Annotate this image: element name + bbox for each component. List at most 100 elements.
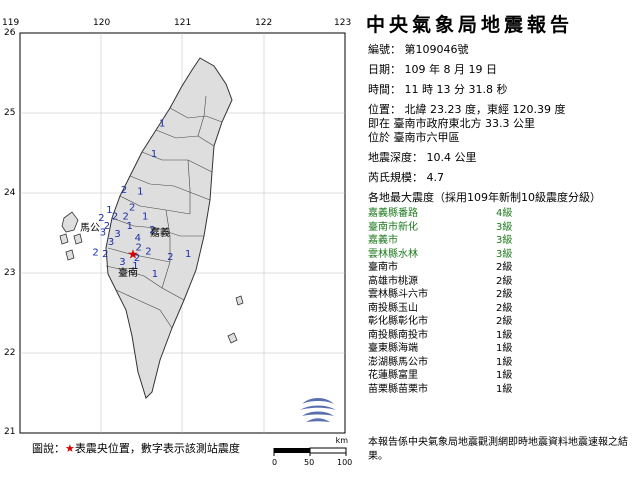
map-legend: 圖說：★表震央位置，數字表示該測站震度 (32, 440, 240, 456)
map-panel: 112112222121233432222231121 ★ 馬公 嘉義 臺南 1… (0, 0, 360, 480)
station-row: 花蓮縣富里 1級 (368, 369, 638, 383)
lat-tick: 21 (4, 427, 16, 437)
legend-text: 表震央位置，數字表示該測站震度 (74, 442, 240, 455)
station-name: 高雄市桃源 (368, 275, 418, 287)
intensity-mark: 2 (145, 247, 151, 258)
station-row: 南投縣南投市 1級 (368, 329, 638, 343)
station-level: 1級 (496, 370, 513, 381)
intensity-mark: 1 (142, 211, 148, 222)
station-row: 臺南市新化 3級 (368, 221, 638, 235)
scale-tick: 0 (272, 458, 278, 467)
place-label-chiayi: 嘉義 (150, 226, 170, 239)
map-canvas: 112 11 22 2 2 12 1 23 3 432 22 2 23 1121 ★ 馬公 嘉義 臺南 (19, 32, 346, 434)
scale-bar: km 0 50 100 (272, 436, 352, 468)
report-footer: 本報告係中央氣象局地震觀測網即時地震資料地震速報之結果。 (368, 437, 628, 462)
scale-tick: 100 (337, 458, 353, 467)
station-intensity-list: 嘉義縣番路 4級 臺南市新化 3級 嘉義市 3級 雲林縣水林 3級 臺南市 2級 高雄市桃源 2級 雲林… (368, 207, 638, 396)
report-depth: 地震深度： 10.4 公里 (368, 151, 477, 164)
lat-tick: 22 (4, 348, 16, 358)
wave-logo (297, 393, 339, 427)
station-name: 嘉義縣番路 (368, 208, 418, 219)
report-number: 編號： 第109046號 (368, 43, 469, 56)
station-level: 2級 (496, 302, 513, 314)
station-name: 彰化縣彰化市 (368, 316, 428, 327)
station-level: 1級 (496, 329, 513, 341)
station-name: 南投縣南投市 (368, 329, 428, 341)
station-row: 南投縣玉山 2級 (368, 302, 638, 316)
station-level: 2級 (496, 262, 513, 273)
station-level: 2級 (496, 316, 513, 327)
report-time: 時間： 11 時 13 分 31.8 秒 (368, 83, 508, 96)
lat-tick: 26 (4, 28, 16, 38)
lat-tick: 25 (4, 108, 16, 118)
station-row: 臺東縣海端 1級 (368, 342, 638, 356)
station-level: 2級 (496, 289, 513, 300)
station-name: 雲林縣斗六市 (368, 289, 428, 300)
lon-tick: 123 (334, 18, 352, 28)
station-level: 1級 (496, 343, 513, 354)
report-title: 中央氣象局地震報告 (366, 14, 574, 36)
station-name: 臺南市 (368, 262, 398, 273)
report-date: 日期： 109 年 8 月 19 日 (368, 63, 497, 76)
intensity-mark: 2 (112, 211, 118, 222)
report-magnitude: 芮氏規模： 4.7 (368, 171, 444, 184)
report-position: 位置： 北緯 23.23 度，東經 120.39 度 (368, 103, 566, 116)
legend-prefix: 圖說： (32, 442, 65, 455)
lat-tick: 24 (4, 188, 16, 198)
intensity-mark: 2 (167, 252, 173, 263)
intensity-mark: 2 (129, 203, 135, 214)
place-label-tainan: 臺南 (118, 266, 138, 279)
lon-tick: 122 (255, 18, 273, 28)
station-row: 雲林縣斗六市 2級 (368, 288, 638, 302)
station-level: 3級 (496, 248, 513, 260)
station-row: 彰化縣彰化市 2級 (368, 315, 638, 329)
station-name: 苗栗縣苗栗市 (368, 383, 428, 395)
station-name: 臺東縣海端 (368, 343, 418, 354)
intensity-mark: 1 (159, 119, 165, 130)
report-position-district: 位於 臺南市六甲區 (368, 131, 460, 144)
station-name: 雲林縣水林 (368, 248, 418, 260)
intensity-header: 各地最大震度（採用109年新制10級震度分級） (368, 191, 601, 204)
intensity-mark: 3 (100, 227, 106, 238)
station-name: 花蓮縣富里 (368, 370, 418, 381)
station-row: 雲林縣水林 3級 (368, 248, 638, 262)
intensity-mark: 3 (119, 257, 125, 268)
station-name: 南投縣玉山 (368, 302, 418, 314)
station-name: 臺南市新化 (368, 221, 418, 233)
station-name: 澎湖縣馬公市 (368, 356, 428, 368)
station-row: 苗栗縣苗栗市 1級 (368, 383, 638, 397)
station-level: 1級 (496, 383, 513, 395)
station-level: 3級 (496, 235, 513, 246)
legend-star-icon: ★ (65, 442, 75, 455)
scale-tick: 50 (304, 458, 315, 467)
intensity-mark: 1 (137, 187, 143, 198)
report-panel: 中央氣象局地震報告 編號： 第109046號 日期： 109 年 8 月 19 … (358, 10, 638, 396)
station-level: 1級 (496, 356, 513, 368)
intensity-mark: 2 (92, 247, 98, 258)
station-row: 高雄市桃源 2級 (368, 275, 638, 289)
station-row: 臺南市 2級 (368, 261, 638, 275)
lon-tick: 120 (93, 18, 111, 28)
intensity-mark: 3 (108, 237, 114, 248)
epicenter-star: ★ (127, 248, 139, 263)
station-row: 澎湖縣馬公市 1級 (368, 356, 638, 370)
scale-unit: km (335, 436, 348, 445)
intensity-mark: 1 (185, 249, 191, 260)
lat-tick: 23 (4, 268, 16, 278)
place-label-magong: 馬公 (80, 222, 100, 234)
station-level: 2級 (496, 275, 513, 287)
station-row: 嘉義縣番路 4級 (368, 207, 638, 221)
report-position-ref: 即在 臺南市政府東北方 33.3 公里 (368, 117, 535, 130)
intensity-mark: 1 (127, 221, 133, 232)
lon-tick: 121 (174, 18, 192, 28)
intensity-mark: 3 (114, 229, 120, 240)
station-level: 3級 (496, 221, 513, 233)
intensity-mark: 1 (152, 269, 158, 280)
intensity-mark: 2 (121, 185, 127, 196)
station-level: 4級 (496, 208, 513, 219)
station-row: 嘉義市 3級 (368, 234, 638, 248)
intensity-mark: 2 (102, 249, 108, 260)
lon-tick: 119 (2, 18, 20, 28)
station-name: 嘉義市 (368, 235, 398, 246)
intensity-mark: 1 (151, 149, 157, 160)
